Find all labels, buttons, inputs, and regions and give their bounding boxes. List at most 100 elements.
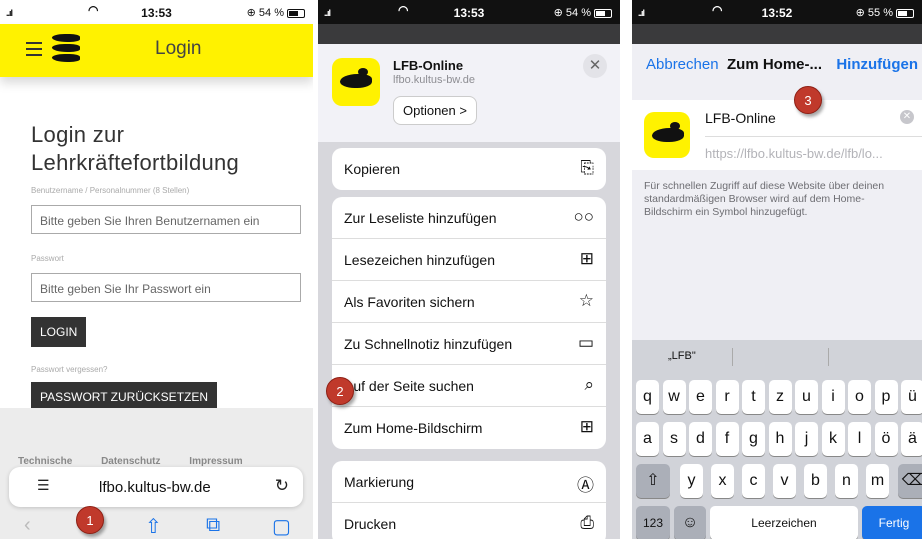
key-w[interactable]: w (662, 380, 686, 414)
markup-icon: Ⓐ (577, 476, 594, 495)
key-c[interactable]: c (742, 464, 765, 498)
suggestion-item[interactable]: „LFB" (668, 350, 696, 362)
shift-key[interactable]: ⇧ (636, 464, 670, 498)
nav-bar: Abbrechen Zum Home-... Hinzufügen (632, 44, 922, 84)
space-key[interactable]: Leerzeichen (710, 506, 858, 539)
share-sheet-header: LFB-Online lfbo.kultus-bw.de Optionen > … (318, 44, 620, 142)
key-k[interactable]: k (821, 422, 845, 456)
plus-square-icon: ⊞ (579, 417, 594, 436)
key-f[interactable]: f (715, 422, 739, 456)
key-b[interactable]: b (804, 464, 827, 498)
key-l[interactable]: l (848, 422, 871, 456)
key-row-3: ⇧ ⌫ yxcvbnm (636, 464, 922, 498)
footer-links: Technische Datenschutz Impressum (18, 456, 243, 467)
name-field[interactable]: LFB-Online (705, 110, 776, 126)
help-text: Für schnellen Zugriff auf diese Website … (644, 180, 885, 218)
key-m[interactable]: m (866, 464, 889, 498)
close-icon[interactable]: ✕ (583, 54, 607, 78)
action-markup[interactable]: Markierung Ⓐ (332, 461, 606, 503)
backspace-key[interactable]: ⌫ (898, 464, 922, 498)
browser-toolbar: ‹ ⇧ ⧉ ▢ (0, 508, 313, 539)
options-button[interactable]: Optionen > (393, 96, 477, 125)
key-j[interactable]: j (795, 422, 818, 456)
status-bar: ..ıl ◠ 13:52 ⊕ 55 % (632, 0, 922, 24)
key-h[interactable]: h (768, 422, 792, 456)
key-e[interactable]: e (689, 380, 712, 414)
action-add-bookmark[interactable]: Lesezeichen hinzufügen ⊞ (332, 239, 606, 281)
key-ä[interactable]: ä (901, 422, 922, 456)
url-field: https://lfbo.kultus-bw.de/lfb/lo... (705, 146, 883, 161)
site-name: LFB-Online (393, 58, 464, 73)
login-heading: Login zur Lehrkräftefortbildung (31, 122, 240, 175)
quick-note-icon: ▭ (577, 333, 594, 352)
action-add-favorite[interactable]: Als Favoriten sichern ☆ (332, 281, 606, 323)
key-q[interactable]: q (636, 380, 659, 414)
footer-link[interactable]: Datenschutz (101, 456, 160, 467)
page-settings-icon[interactable]: ☰ (37, 477, 50, 494)
key-p[interactable]: p (874, 380, 898, 414)
add-button[interactable]: Hinzufügen (836, 56, 918, 73)
status-bar: ..ıl ◠ 13:53 ⊕ 54 % (0, 0, 313, 24)
key-y[interactable]: y (680, 464, 703, 498)
action-reading-list[interactable]: Zur Leseliste hinzufügen ○○ (332, 197, 606, 239)
back-icon[interactable]: ‹ (24, 514, 31, 537)
emoji-key[interactable]: ☺ (674, 506, 706, 539)
tabs-icon[interactable]: ▢ (272, 514, 291, 539)
action-group-copy: Kopieren ⎘ (332, 148, 606, 190)
star-icon: ☆ (578, 291, 594, 310)
hamburger-menu-icon[interactable] (26, 42, 42, 56)
action-quick-note[interactable]: Zu Schnellnotiz hinzufügen ▭ (332, 323, 606, 365)
field-divider (705, 136, 922, 137)
username-label: Benutzername / Personalnummer (8 Stellen… (31, 186, 190, 195)
footer-link[interactable]: Impressum (189, 456, 242, 467)
key-o[interactable]: o (848, 380, 871, 414)
state-crest-logo (52, 32, 80, 66)
key-n[interactable]: n (835, 464, 858, 498)
cancel-button[interactable]: Abbrechen (646, 56, 719, 73)
share-sheet-panel: ..ıl ◠ 13:53 ⊕ 54 % LFB-Online lfbo.kult… (318, 0, 620, 539)
suggestion-divider (732, 348, 733, 366)
key-row-2: asdfghjklöä (636, 422, 922, 456)
share-icon[interactable]: ⇧ (145, 514, 162, 539)
page-title: Login (155, 38, 202, 59)
key-r[interactable]: r (715, 380, 739, 414)
footer-link[interactable]: Technische (18, 456, 72, 467)
key-g[interactable]: g (742, 422, 765, 456)
site-icon (332, 58, 380, 106)
key-v[interactable]: v (773, 464, 796, 498)
key-s[interactable]: s (662, 422, 686, 456)
reload-icon[interactable]: ↻ (275, 476, 289, 496)
key-a[interactable]: a (636, 422, 659, 456)
key-x[interactable]: x (711, 464, 734, 498)
action-print[interactable]: Drucken ⎙ (332, 503, 606, 539)
key-row-4: 123 ☺ Leerzeichen Fertig (636, 506, 922, 539)
clear-text-icon[interactable]: ✕ (900, 110, 914, 124)
home-screen-entry-card: LFB-Online ✕ https://lfbo.kultus-bw.de/l… (632, 100, 922, 170)
key-d[interactable]: d (689, 422, 712, 456)
key-z[interactable]: z (768, 380, 792, 414)
copy-icon: ⎘ (580, 158, 594, 177)
battery-indicator: ⊕ 55 % (856, 6, 914, 19)
site-icon (644, 112, 690, 158)
battery-indicator: ⊕ 54 % (554, 6, 612, 19)
key-i[interactable]: i (821, 380, 845, 414)
address-url[interactable]: lfbo.kultus-bw.de (99, 479, 211, 496)
action-add-to-home-screen[interactable]: Zum Home-Bildschirm ⊞ (332, 407, 606, 449)
done-key[interactable]: Fertig (862, 506, 922, 539)
address-bar[interactable]: ☰ lfbo.kultus-bw.de ↻ (9, 467, 303, 507)
key-t[interactable]: t (742, 380, 765, 414)
add-to-home-panel: ..ıl ◠ 13:52 ⊕ 55 % Abbrechen Zum Home-.… (632, 0, 922, 539)
action-find-on-page[interactable]: Auf der Seite suchen ⌕ (332, 365, 606, 407)
book-icon: ⊞ (579, 249, 594, 268)
password-input[interactable]: Bitte geben Sie Ihr Passwort ein (31, 273, 301, 302)
username-input[interactable]: Bitte geben Sie Ihren Benutzernamen ein (31, 205, 301, 234)
key-ü[interactable]: ü (901, 380, 922, 414)
key-ö[interactable]: ö (874, 422, 898, 456)
login-button[interactable]: LOGIN (31, 317, 87, 347)
suggestion-divider (828, 348, 829, 366)
action-copy[interactable]: Kopieren ⎘ (332, 148, 606, 190)
numbers-key[interactable]: 123 (636, 506, 670, 539)
bookmarks-icon[interactable]: ⧉ (206, 514, 220, 537)
action-group-main: Zur Leseliste hinzufügen ○○ Lesezeichen h… (332, 197, 606, 449)
key-u[interactable]: u (795, 380, 818, 414)
